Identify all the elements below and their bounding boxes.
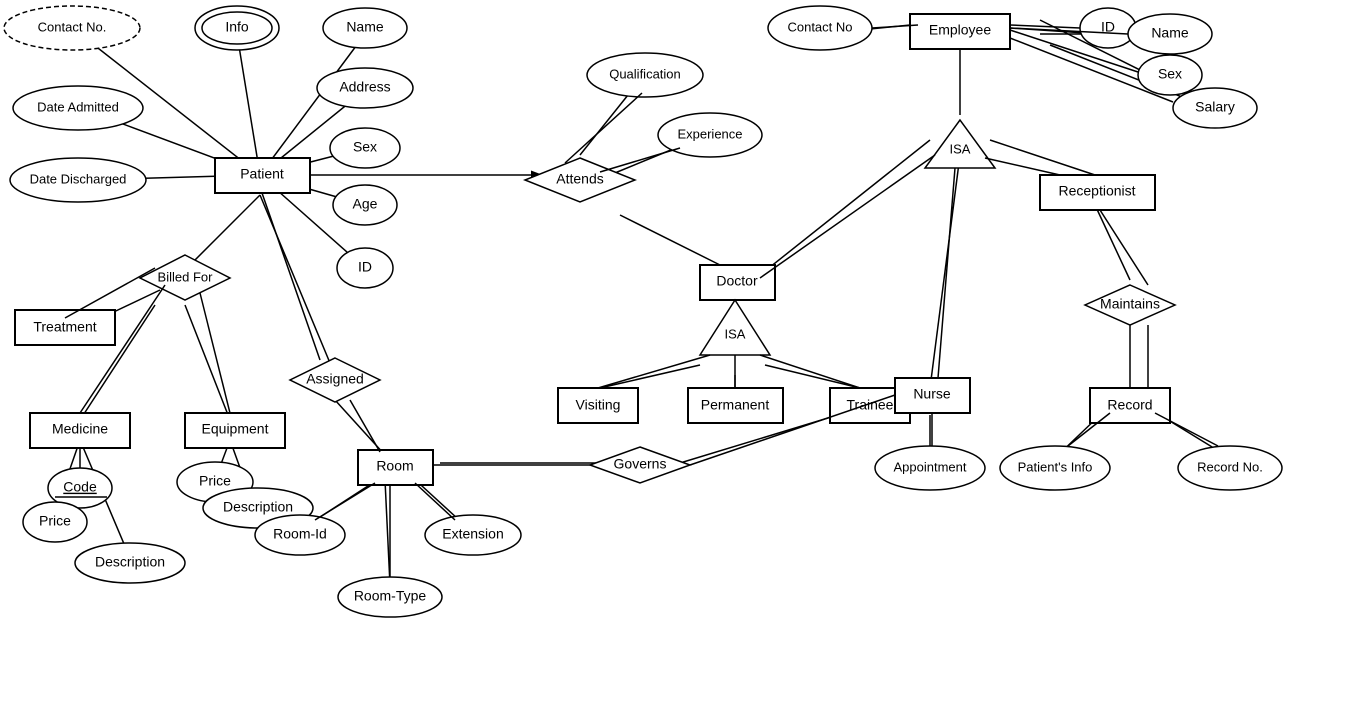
label-medicine: Medicine	[52, 421, 108, 437]
label-sex-employee: Sex	[1158, 66, 1182, 82]
label-billed-for: Billed For	[158, 269, 214, 284]
label-equipment: Equipment	[202, 421, 269, 437]
label-visiting: Visiting	[576, 397, 621, 413]
label-date-discharged: Date Discharged	[30, 171, 127, 186]
label-record-no: Record No.	[1197, 459, 1263, 474]
label-contact-no-employee: Contact No	[787, 19, 852, 34]
label-permanent: Permanent	[701, 397, 770, 413]
er-diagram: Patient Treatment Medicine Equipment Roo…	[0, 0, 1367, 703]
label-assigned: Assigned	[306, 371, 364, 387]
label-description-medicine: Description	[95, 554, 165, 570]
label-room-type: Room-Type	[354, 588, 427, 604]
label-maintains: Maintains	[1100, 296, 1160, 312]
label-sex-patient: Sex	[353, 139, 377, 155]
label-code: Code	[63, 479, 97, 495]
label-info: Info	[225, 19, 249, 35]
label-name-patient: Name	[346, 19, 384, 35]
label-attends: Attends	[556, 171, 603, 187]
label-salary: Salary	[1195, 99, 1235, 115]
label-id-patient: ID	[358, 259, 372, 275]
label-experience: Experience	[677, 126, 742, 141]
label-receptionist: Receptionist	[1058, 183, 1135, 199]
label-doctor: Doctor	[716, 273, 758, 289]
label-record: Record	[1107, 397, 1152, 413]
label-governs: Governs	[614, 456, 667, 472]
label-employee: Employee	[929, 22, 991, 38]
label-nurse: Nurse	[913, 386, 951, 402]
label-patient: Patient	[240, 166, 284, 182]
label-date-admitted: Date Admitted	[37, 99, 119, 114]
label-price-medicine: Price	[39, 513, 71, 529]
label-contact-no-patient: Contact No.	[38, 19, 107, 34]
label-extension: Extension	[442, 526, 503, 542]
label-patients-info: Patient's Info	[1018, 459, 1093, 474]
label-address: Address	[339, 79, 390, 95]
label-treatment: Treatment	[33, 319, 96, 335]
label-appointment: Appointment	[894, 459, 967, 474]
label-isa-doctor: ISA	[725, 326, 746, 341]
label-description-equipment: Description	[223, 499, 293, 515]
label-isa-employee: ISA	[950, 141, 971, 156]
label-room-id: Room-Id	[273, 526, 327, 542]
label-trainee: Trainee	[847, 397, 894, 413]
label-room: Room	[376, 458, 413, 474]
label-price-equipment: Price	[199, 473, 231, 489]
label-name-employee: Name	[1151, 25, 1189, 41]
label-age: Age	[353, 196, 378, 212]
label-qualification: Qualification	[609, 66, 681, 81]
